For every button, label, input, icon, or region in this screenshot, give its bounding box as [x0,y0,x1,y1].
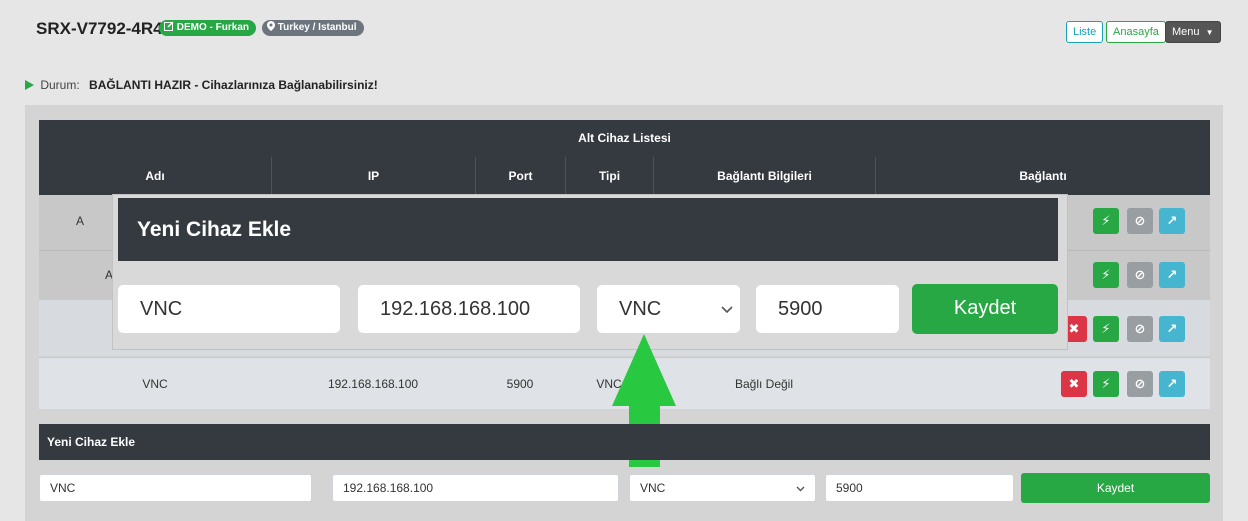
row-name-partial: A [76,214,85,228]
anasayfa-button[interactable]: Anasayfa [1106,21,1166,43]
overlay-type-select[interactable]: VNC [597,285,740,333]
caret-down-icon: ▼ [1205,28,1214,37]
connect-button[interactable]: ⚡ [1093,262,1119,288]
overlay-name-input[interactable]: VNC [118,285,340,333]
row-ip: 192.168.168.100 [327,376,419,391]
disable-button[interactable]: ⊘ [1127,262,1153,288]
pin-icon [267,21,278,33]
ban-icon: ⊘ [1134,213,1146,228]
overlay-save-button[interactable]: Kaydet [912,284,1058,334]
ip-input[interactable]: 192.168.168.100 [332,474,619,502]
table-header: Adı IP Port Tipi Bağlantı Bilgileri Bağl… [39,157,1210,195]
open-button[interactable]: ↗ [1159,208,1185,234]
connect-button[interactable]: ⚡ [1093,371,1119,397]
col-type: Tipi [565,157,653,195]
disable-button[interactable]: ⊘ [1127,316,1153,342]
overlay-port-input[interactable]: 5900 [756,285,899,333]
row-port: 5900 [506,376,534,391]
overlay-ip-input[interactable]: 192.168.168.100 [358,285,580,333]
play-icon [25,80,34,90]
col-port: Port [475,157,565,195]
connect-button[interactable]: ⚡ [1093,208,1119,234]
type-select-value: VNC [640,481,666,495]
table-title: Alt Cihaz Listesi [39,120,1210,157]
demo-badge-label: DEMO - Furkan [176,22,250,33]
col-ip: IP [271,157,475,195]
lightning-icon: ⚡ [1101,267,1111,282]
delete-button[interactable]: ✖ [1061,371,1087,397]
col-connection: Bağlantı [875,157,1210,195]
liste-button[interactable]: Liste [1066,21,1104,43]
type-select[interactable]: VNC [629,474,816,502]
disable-button[interactable]: ⊘ [1127,371,1153,397]
external-link-icon: ↗ [1166,267,1178,282]
ban-icon: ⊘ [1134,321,1146,336]
disable-button[interactable]: ⊘ [1127,208,1153,234]
external-link-icon: ↗ [1166,321,1178,336]
row-name: VNC [142,376,168,391]
col-info: Bağlantı Bilgileri [653,157,875,195]
chevron-down-icon [796,475,805,501]
external-link-icon: ↗ [1166,213,1178,228]
lightning-icon: ⚡ [1101,321,1111,336]
menu-button-label: Menu [1172,26,1200,38]
row-info: Bağlı Değil [734,376,794,391]
close-icon: ✖ [1068,376,1080,391]
name-input[interactable]: VNC [39,474,312,502]
ban-icon: ⊘ [1134,267,1146,282]
ban-icon: ⊘ [1134,376,1146,391]
close-icon: ✖ [1068,321,1080,336]
status-label: Durum: [40,78,80,92]
save-button[interactable]: Kaydet [1021,473,1210,503]
edit-icon [164,21,177,33]
col-name: Adı [145,169,165,183]
lightning-icon: ⚡ [1101,213,1111,228]
chevron-down-icon [721,285,733,333]
port-input[interactable]: 5900 [825,474,1014,502]
status-line: Durum: BAĞLANTI HAZIR - Cihazlarınıza Ba… [25,78,378,92]
arrow-up-head [612,334,676,406]
open-button[interactable]: ↗ [1159,262,1185,288]
open-button[interactable]: ↗ [1159,316,1185,342]
demo-badge[interactable]: DEMO - Furkan [159,20,257,36]
external-link-icon: ↗ [1166,376,1178,391]
top-bar: SRX-V7792-4R4K4 DEMO - Furkan Turkey / I… [0,0,1248,60]
status-value: BAĞLANTI HAZIR - Cihazlarınıza Bağlanabi… [89,78,378,92]
lightning-icon: ⚡ [1101,376,1111,391]
location-badge-label: Turkey / Istanbul [277,22,357,33]
location-badge: Turkey / Istanbul [262,20,364,36]
overlay-title: Yeni Cihaz Ekle [118,198,1058,261]
menu-button[interactable]: Menu ▼ [1165,21,1221,43]
connect-button[interactable]: ⚡ [1093,316,1119,342]
form-title: Yeni Cihaz Ekle [39,424,1210,460]
overlay-type-value: VNC [619,298,662,320]
open-button[interactable]: ↗ [1159,371,1185,397]
